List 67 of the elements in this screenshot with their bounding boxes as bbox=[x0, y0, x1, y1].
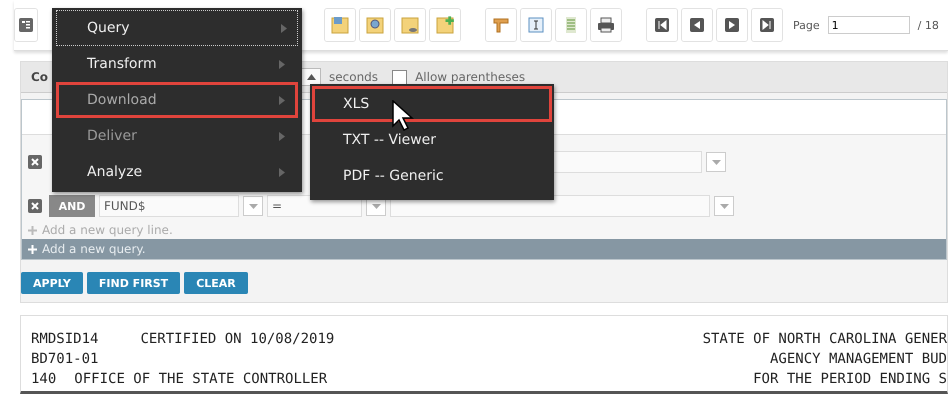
connector-button[interactable]: AND bbox=[49, 195, 95, 217]
submenu-arrow-icon bbox=[279, 96, 285, 104]
menu-item[interactable]: Download bbox=[56, 82, 298, 118]
printer-icon bbox=[596, 15, 616, 35]
folder-icon bbox=[330, 15, 350, 35]
remove-button[interactable] bbox=[28, 199, 42, 213]
menu-icon bbox=[19, 18, 33, 32]
plus-icon bbox=[28, 226, 37, 234]
report-text: CERTIFIED ON 10/08/2019 bbox=[140, 330, 334, 349]
text-box-icon bbox=[526, 15, 546, 35]
menu-item[interactable]: Transform bbox=[56, 46, 298, 82]
report-heading: FOR THE PERIOD ENDING S bbox=[753, 370, 947, 389]
menu-item[interactable]: Analyze bbox=[56, 154, 298, 190]
close-icon bbox=[31, 202, 39, 210]
report-text: BD701-01 bbox=[31, 350, 98, 369]
panel-title: Co bbox=[31, 70, 50, 84]
last-page-icon bbox=[760, 18, 774, 32]
submenu-item[interactable]: TXT -- Viewer bbox=[312, 122, 552, 158]
submenu-arrow-icon bbox=[279, 168, 285, 176]
plus-icon bbox=[28, 244, 37, 254]
report-text: 140 bbox=[31, 370, 56, 389]
caret-icon bbox=[712, 160, 720, 164]
ruler-button[interactable] bbox=[485, 8, 517, 42]
note-icon bbox=[400, 15, 420, 35]
previous-page-icon bbox=[690, 18, 704, 32]
folder-search-icon bbox=[365, 15, 385, 35]
page-number-field[interactable]: 1 bbox=[828, 16, 910, 34]
seconds-label: seconds bbox=[329, 70, 378, 84]
page-label: Page bbox=[793, 18, 820, 32]
submenu-item[interactable]: XLS bbox=[312, 86, 552, 122]
submenu-arrow-icon bbox=[279, 132, 285, 140]
remove-button[interactable] bbox=[28, 155, 42, 169]
field-select[interactable]: FUND$ bbox=[99, 195, 239, 217]
cursor-icon bbox=[392, 100, 414, 132]
checkbox-label: Allow parentheses bbox=[415, 70, 526, 84]
report-text: OFFICE OF THE STATE CONTROLLER bbox=[74, 370, 328, 389]
printer-button[interactable] bbox=[590, 8, 622, 42]
close-icon bbox=[31, 158, 39, 166]
report-text: RMDSID14 bbox=[31, 330, 98, 349]
caret-icon bbox=[372, 204, 380, 208]
last-page-button[interactable] bbox=[751, 8, 783, 42]
up-arrow-icon bbox=[306, 74, 316, 80]
caret-icon bbox=[720, 204, 728, 208]
submenu-arrow-icon bbox=[281, 24, 287, 32]
previous-page-button[interactable] bbox=[681, 8, 713, 42]
action-button[interactable]: APPLY bbox=[21, 272, 83, 294]
folder-icon-button[interactable] bbox=[324, 8, 356, 42]
first-page-button[interactable] bbox=[646, 8, 678, 42]
note-add-icon-button[interactable] bbox=[429, 8, 461, 42]
note-icon-button[interactable] bbox=[394, 8, 426, 42]
report-heading: STATE OF NORTH CAROLINA GENER bbox=[702, 330, 947, 349]
next-page-icon bbox=[725, 18, 739, 32]
menu-button[interactable] bbox=[14, 8, 38, 42]
caret-icon bbox=[248, 204, 258, 208]
action-button[interactable]: FIND FIRST bbox=[86, 272, 180, 294]
text-box-button[interactable] bbox=[520, 8, 552, 42]
action-button[interactable]: CLEAR bbox=[184, 272, 248, 294]
checkbox[interactable] bbox=[392, 70, 408, 84]
note-add-icon bbox=[435, 15, 455, 35]
menu-item[interactable]: Query bbox=[56, 10, 298, 46]
first-page-icon bbox=[655, 18, 669, 32]
page-total: / 18 bbox=[918, 18, 939, 32]
submenu-item[interactable]: PDF -- Generic bbox=[312, 158, 552, 194]
submenu-arrow-icon bbox=[279, 60, 285, 68]
next-page-button[interactable] bbox=[716, 8, 748, 42]
folder-search-icon-button[interactable] bbox=[359, 8, 391, 42]
report-heading: AGENCY MANAGEMENT BUD bbox=[770, 350, 947, 369]
